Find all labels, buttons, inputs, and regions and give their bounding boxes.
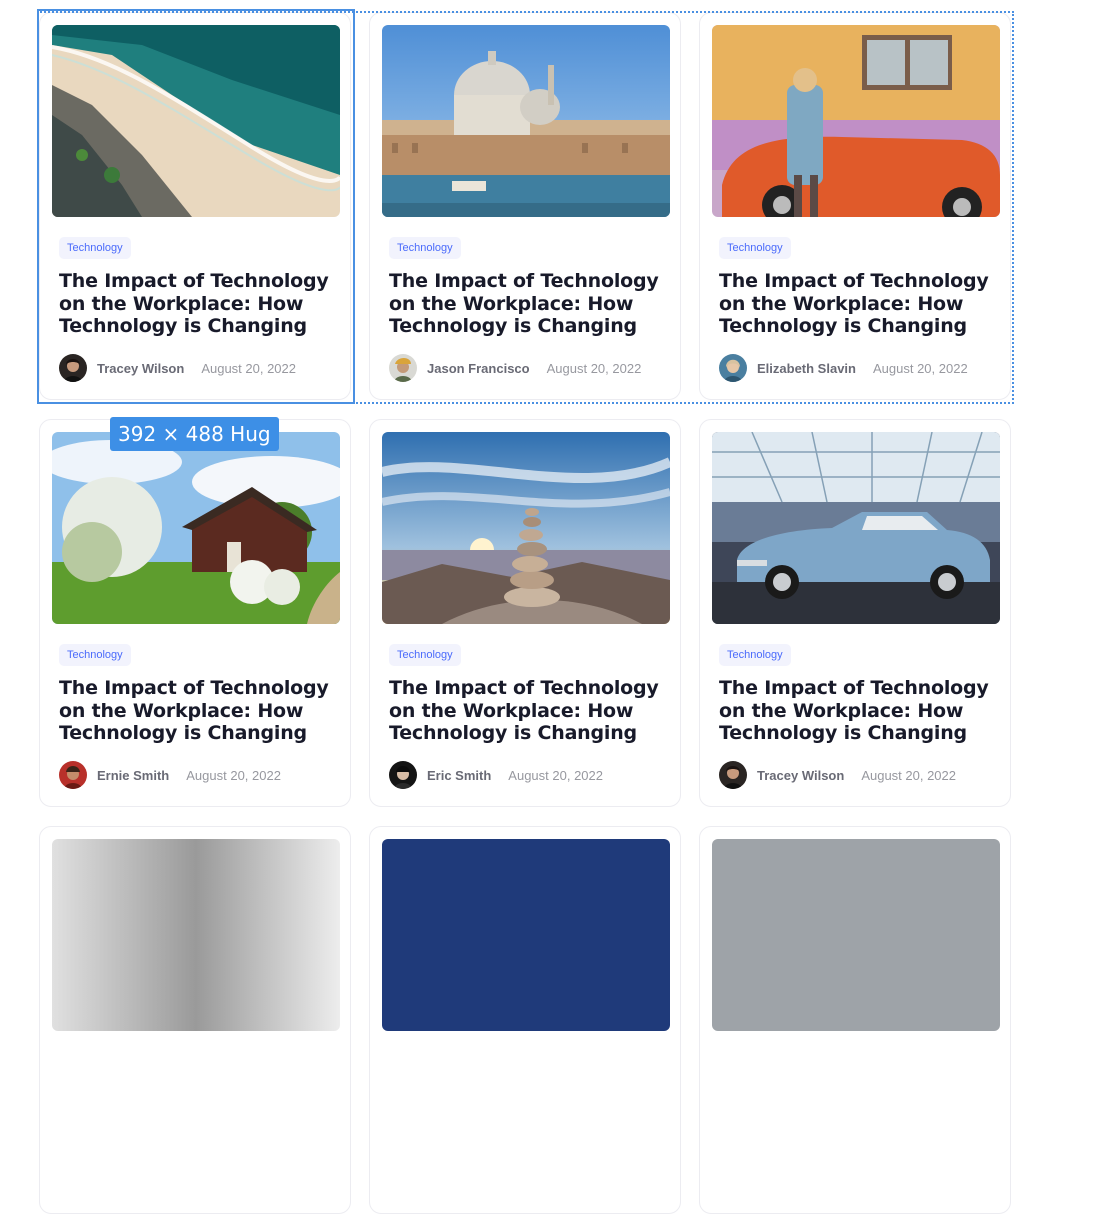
post-title[interactable]: The Impact of Technology on the Workplac… — [389, 677, 679, 745]
woman-orange-car-image — [712, 25, 1000, 217]
post-date: August 20, 2022 — [186, 767, 281, 783]
vintage-blue-car-image — [712, 432, 1000, 624]
blog-card-partial[interactable] — [39, 826, 351, 1214]
post-title[interactable]: The Impact of Technology on the Workplac… — [59, 677, 349, 745]
post-date: August 20, 2022 — [201, 360, 297, 376]
author-name[interactable]: Tracey Wilson — [757, 768, 844, 783]
card-image-partial — [382, 839, 670, 1031]
post-title[interactable]: The Impact of Technology on the Workplac… — [389, 270, 679, 338]
selection-size-badge: 392 × 488 Hug — [110, 417, 279, 451]
avatar[interactable] — [719, 761, 747, 789]
avatar[interactable] — [59, 354, 87, 382]
category-tag[interactable]: Technology — [719, 237, 791, 259]
post-date: August 20, 2022 — [546, 360, 642, 376]
avatar[interactable] — [389, 761, 417, 789]
avatar[interactable] — [59, 761, 87, 789]
blog-card[interactable]: Technology The Impact of Technology on t… — [39, 12, 351, 400]
card-image-partial — [712, 839, 1000, 1031]
author-name[interactable]: Ernie Smith — [97, 768, 169, 783]
post-meta: Eric Smith August 20, 2022 — [389, 760, 603, 790]
category-tag[interactable]: Technology — [389, 237, 461, 259]
blog-card[interactable]: Technology The Impact of Technology on t… — [699, 419, 1011, 807]
venice-canal-image — [382, 25, 670, 217]
blog-card[interactable]: Technology The Impact of Technology on t… — [39, 419, 351, 807]
author-name[interactable]: Elizabeth Slavin — [757, 361, 856, 376]
blog-card[interactable]: Technology The Impact of Technology on t… — [699, 12, 1011, 400]
post-meta: Ernie Smith August 20, 2022 — [59, 760, 281, 790]
blog-card-partial[interactable] — [369, 826, 681, 1214]
post-title[interactable]: The Impact of Technology on the Workplac… — [59, 270, 349, 338]
author-name[interactable]: Eric Smith — [427, 768, 491, 783]
post-title[interactable]: The Impact of Technology on the Workplac… — [719, 677, 1009, 745]
blog-card[interactable]: Technology The Impact of Technology on t… — [369, 419, 681, 807]
category-tag[interactable]: Technology — [719, 644, 791, 666]
post-date: August 20, 2022 — [861, 767, 957, 783]
post-date: August 20, 2022 — [508, 767, 603, 783]
blog-card-partial[interactable] — [699, 826, 1011, 1214]
avatar[interactable] — [389, 354, 417, 382]
card-image-partial — [52, 839, 340, 1031]
post-meta: Tracey Wilson August 20, 2022 — [719, 760, 956, 790]
post-date: August 20, 2022 — [872, 360, 968, 376]
post-meta: Tracey Wilson August 20, 2022 — [59, 353, 296, 383]
category-tag[interactable]: Technology — [59, 237, 131, 259]
blog-card[interactable]: Technology The Impact of Technology on t… — [369, 12, 681, 400]
post-meta: Jason Francisco August 20, 2022 — [389, 353, 641, 383]
beach-aerial-image — [52, 25, 340, 217]
stone-cairn-sunset-image — [382, 432, 670, 624]
avatar[interactable] — [719, 354, 747, 382]
cottage-field-image — [52, 432, 340, 624]
post-title[interactable]: The Impact of Technology on the Workplac… — [719, 270, 1009, 338]
category-tag[interactable]: Technology — [389, 644, 461, 666]
category-tag[interactable]: Technology — [59, 644, 131, 666]
post-meta: Elizabeth Slavin August 20, 2022 — [719, 353, 968, 383]
author-name[interactable]: Tracey Wilson — [97, 361, 184, 376]
author-name[interactable]: Jason Francisco — [427, 361, 530, 376]
